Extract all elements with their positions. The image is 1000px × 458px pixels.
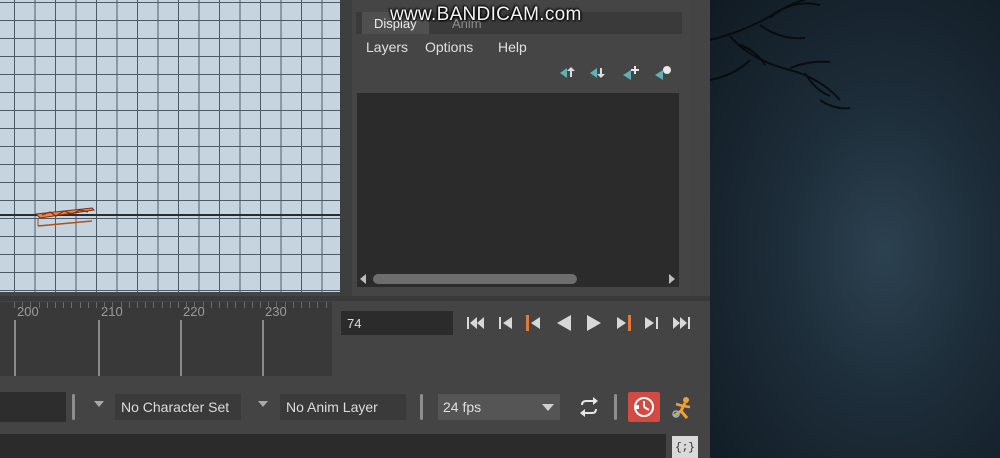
time-slider-minor-tick <box>317 302 318 308</box>
time-slider-minor-tick <box>252 302 253 308</box>
end-time-field[interactable] <box>0 392 66 422</box>
panel-splitter[interactable] <box>340 0 352 296</box>
time-slider-minor-tick <box>104 302 105 308</box>
time-slider-minor-tick <box>186 302 187 308</box>
go-to-end-icon[interactable] <box>670 311 692 335</box>
time-slider-minor-tick <box>178 302 179 308</box>
menu-layers[interactable]: Layers <box>366 39 408 55</box>
play-forwards-icon[interactable] <box>583 311 605 335</box>
time-slider[interactable]: 200 210 220 230 <box>0 302 332 376</box>
scrollbar-thumb[interactable] <box>373 274 577 284</box>
panel-divider <box>0 296 710 301</box>
time-slider-minor-tick <box>14 302 15 308</box>
range-slider-bar: No Character Set No Anim Layer 24 fps <box>0 382 710 430</box>
step-back-frame-icon[interactable] <box>495 311 517 335</box>
layer-list-scrollbar[interactable] <box>357 271 679 287</box>
time-slider-minor-tick <box>326 302 327 308</box>
time-slider-minor-tick <box>244 302 245 308</box>
time-slider-minor-tick <box>112 302 113 308</box>
loop-icon[interactable] <box>578 394 600 420</box>
time-slider-minor-tick <box>22 302 23 308</box>
current-frame-field[interactable]: 74 <box>341 311 453 335</box>
time-slider-tick <box>180 320 182 376</box>
command-line-input[interactable] <box>0 434 666 458</box>
time-slider-minor-tick <box>211 302 212 308</box>
move-layer-down-icon[interactable] <box>586 64 608 82</box>
time-slider-minor-tick <box>153 302 154 308</box>
time-slider-minor-tick <box>96 302 97 308</box>
time-slider-minor-tick <box>260 302 261 308</box>
time-slider-minor-tick <box>63 302 64 308</box>
character-set-dropdown[interactable]: No Character Set <box>115 394 241 420</box>
fps-dropdown[interactable]: 24 fps <box>438 394 560 420</box>
anim-layer-menu-icon[interactable] <box>258 401 268 407</box>
viewport-grid[interactable] <box>0 0 340 292</box>
menu-options[interactable]: Options <box>425 39 473 55</box>
animation-preferences-icon[interactable] <box>668 394 696 422</box>
anim-layer-dropdown[interactable]: No Anim Layer <box>280 394 406 420</box>
time-slider-minor-tick <box>293 302 294 308</box>
time-slider-minor-tick <box>55 302 56 308</box>
step-forward-key-icon[interactable] <box>613 311 635 335</box>
time-slider-minor-tick <box>30 302 31 308</box>
time-slider-minor-tick <box>219 302 220 308</box>
character-set-menu-icon[interactable] <box>94 401 104 407</box>
time-slider-minor-tick <box>227 302 228 308</box>
auto-key-icon[interactable] <box>628 392 660 422</box>
time-slider-minor-tick <box>80 302 81 308</box>
time-slider-label: 200 <box>17 304 39 319</box>
time-slider-minor-tick <box>121 302 122 308</box>
time-slider-tick <box>14 320 16 376</box>
new-layer-from-selected-icon[interactable] <box>652 64 674 82</box>
move-layer-up-icon[interactable] <box>556 64 578 82</box>
watermark-text: www.BANDICAM.com <box>390 4 582 25</box>
time-slider-minor-tick <box>309 302 310 308</box>
time-slider-minor-tick <box>71 302 72 308</box>
fps-value: 24 fps <box>443 399 482 415</box>
scroll-left-arrow-icon[interactable] <box>360 274 366 284</box>
desktop-wallpaper <box>710 0 1000 458</box>
time-slider-tick <box>98 320 100 376</box>
time-slider-minor-tick <box>170 302 171 308</box>
bar-handle[interactable] <box>72 394 75 420</box>
time-slider-minor-tick <box>137 302 138 308</box>
script-editor-icon[interactable]: {;} <box>672 436 698 458</box>
time-slider-tick <box>262 320 264 376</box>
bar-handle[interactable] <box>614 394 617 420</box>
time-slider-minor-tick <box>129 302 130 308</box>
new-layer-icon[interactable] <box>620 64 642 82</box>
time-slider-minor-tick <box>47 302 48 308</box>
layer-editor-panel: Display Anim Layers Options Help <box>352 0 690 296</box>
time-slider-minor-tick <box>285 302 286 308</box>
time-slider-minor-tick <box>235 302 236 308</box>
bar-handle[interactable] <box>420 394 423 420</box>
time-slider-minor-tick <box>88 302 89 308</box>
time-slider-minor-tick <box>268 302 269 308</box>
chevron-down-icon <box>542 404 554 411</box>
time-slider-minor-tick <box>301 302 302 308</box>
time-slider-minor-tick <box>39 302 40 308</box>
maya-window: Display Anim Layers Options Help 200 210… <box>0 0 710 458</box>
play-backwards-icon[interactable] <box>553 311 575 335</box>
time-slider-minor-tick <box>162 302 163 308</box>
layer-list[interactable] <box>357 93 679 271</box>
layer-editor-menubar: Layers Options Help <box>352 36 690 58</box>
time-slider-minor-tick <box>194 302 195 308</box>
menu-help[interactable]: Help <box>498 39 527 55</box>
scroll-right-arrow-icon[interactable] <box>669 274 675 284</box>
tree-branches-image <box>710 0 851 110</box>
time-slider-minor-tick <box>145 302 146 308</box>
step-back-key-icon[interactable] <box>523 311 545 335</box>
scene-object[interactable] <box>34 200 98 232</box>
step-forward-frame-icon[interactable] <box>641 311 663 335</box>
time-slider-minor-tick <box>203 302 204 308</box>
time-slider-minor-tick <box>276 302 277 308</box>
go-to-start-icon[interactable] <box>465 311 487 335</box>
